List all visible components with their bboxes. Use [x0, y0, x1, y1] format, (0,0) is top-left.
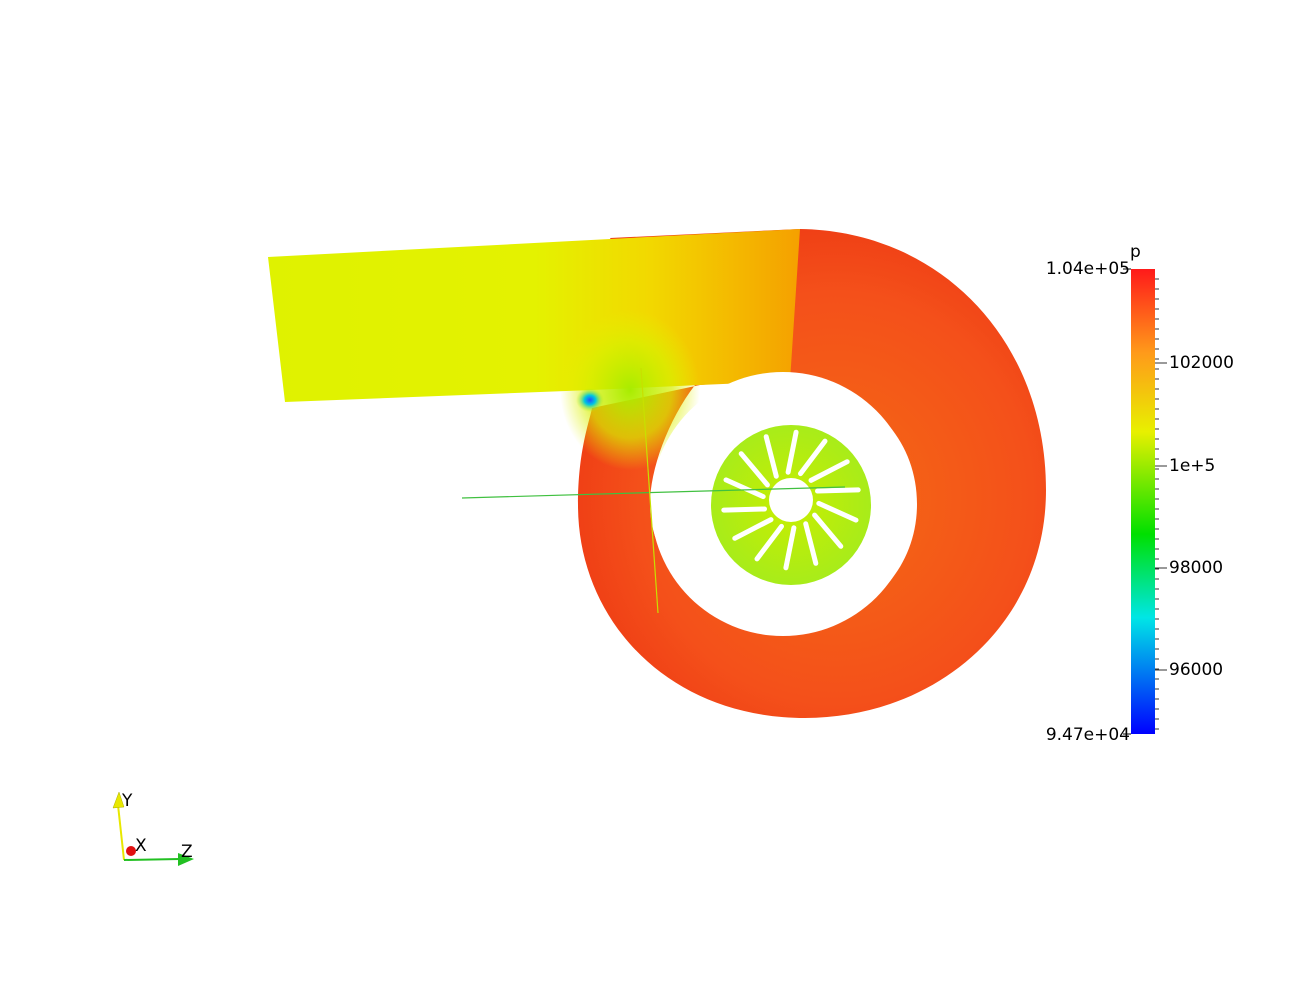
- z-axis-label: Z: [181, 842, 193, 862]
- scalar-bar-title: p: [1130, 242, 1141, 262]
- outlet-duct-region: [268, 229, 800, 402]
- scalar-bar-gradient: [1131, 269, 1155, 734]
- y-axis-label: Y: [122, 791, 133, 811]
- scalar-bar-max-label: 1.04e+05: [1045, 259, 1130, 279]
- scalar-bar[interactable]: [1123, 268, 1167, 735]
- y-axis-line: [117, 804, 125, 861]
- scalar-bar-tick-label: 96000: [1169, 660, 1224, 680]
- scalar-bar-tick-label: 1e+5: [1169, 456, 1216, 476]
- scalar-bar-min-label: 9.47e+04: [1045, 725, 1130, 745]
- z-axis-line: [123, 858, 181, 861]
- impeller-blade: [721, 506, 767, 513]
- impeller-blade: [815, 487, 861, 494]
- low-pressure-spot: [576, 388, 604, 412]
- scalar-bar-tick-label: 102000: [1169, 353, 1234, 373]
- scalar-bar-minor-ticks: [1155, 278, 1167, 730]
- impeller-hub-hole: [769, 478, 813, 522]
- x-axis-label: X: [135, 836, 147, 856]
- scalar-bar-tick-label: 98000: [1169, 558, 1224, 578]
- fan-geometry[interactable]: [268, 229, 1046, 718]
- render-viewport[interactable]: [0, 0, 1300, 985]
